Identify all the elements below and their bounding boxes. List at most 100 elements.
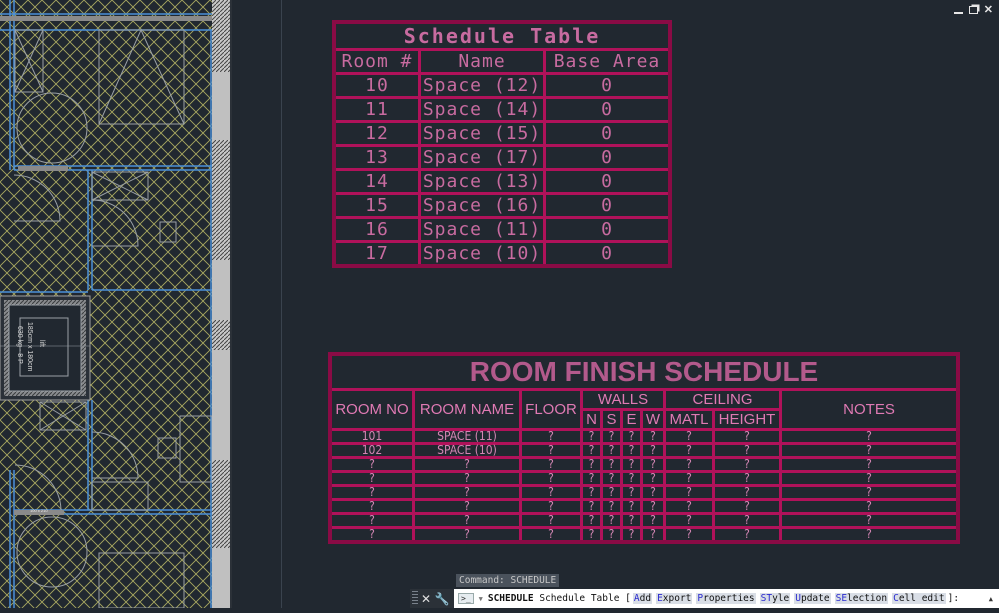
room-no-cell[interactable]: ? (328, 456, 415, 473)
room-no-cell[interactable]: ? (328, 526, 415, 544)
base-area-cell[interactable]: 0 (543, 216, 672, 243)
wrench-icon[interactable]: 🔧 (434, 592, 450, 606)
notes-cell[interactable]: ? (779, 442, 960, 459)
floor-plan-drawing[interactable]: lift 185cm x 180cm 630 kg - 8 P 100 x 21… (0, 0, 232, 609)
wall-n-cell[interactable]: ? (580, 498, 603, 515)
close-button[interactable]: ✕ (984, 4, 993, 16)
command-option[interactable]: Update (794, 593, 831, 604)
name-cell[interactable]: Space (11) (418, 216, 546, 243)
notes-cell[interactable]: ? (779, 526, 960, 544)
wall-e-cell[interactable]: ? (620, 456, 643, 473)
room-finish-schedule[interactable]: ROOM FINISH SCHEDULE ROOM NO ROOM NAME F… (328, 352, 960, 544)
base-area-cell[interactable]: 0 (543, 72, 672, 99)
base-area-cell[interactable]: 0 (543, 192, 672, 219)
wall-s-cell[interactable]: ? (600, 498, 623, 515)
wall-e-cell[interactable]: ? (620, 526, 643, 544)
prompt-icon[interactable]: >_ (458, 593, 474, 604)
ceiling-height-cell[interactable]: ? (712, 456, 782, 473)
room-no-cell[interactable]: 101 (328, 428, 415, 445)
room-no-cell[interactable]: ? (328, 512, 415, 529)
command-line-input[interactable]: >_ ▼ SCHEDULE Schedule Table [ Add Export… (454, 589, 999, 608)
wall-n-cell[interactable]: ? (580, 442, 603, 459)
name-cell[interactable]: Space (14) (418, 96, 546, 123)
room-name-cell[interactable]: ? (412, 526, 522, 544)
wall-w-cell[interactable]: ? (640, 456, 666, 473)
command-option[interactable]: SElection (834, 593, 889, 604)
room-finish-row[interactable]: ?????????? (328, 512, 960, 529)
floor-cell[interactable]: ? (519, 428, 583, 445)
base-area-cell[interactable]: 0 (543, 168, 672, 195)
wall-n-cell[interactable]: ? (580, 526, 603, 544)
wall-s-cell[interactable]: ? (600, 428, 623, 445)
name-cell[interactable]: Space (13) (418, 168, 546, 195)
base-area-cell[interactable]: 0 (543, 240, 672, 268)
room-name-cell[interactable]: ? (412, 512, 522, 529)
wall-s-cell[interactable]: ? (600, 512, 623, 529)
notes-cell[interactable]: ? (779, 484, 960, 501)
restore-button[interactable] (968, 6, 978, 14)
name-cell[interactable]: Space (17) (418, 144, 546, 171)
room-number-cell[interactable]: 11 (332, 96, 421, 123)
wall-e-cell[interactable]: ? (620, 470, 643, 487)
ceiling-matl-cell[interactable]: ? (663, 456, 715, 473)
ceiling-height-cell[interactable]: ? (712, 526, 782, 544)
room-finish-row[interactable]: ?????????? (328, 526, 960, 544)
room-number-cell[interactable]: 15 (332, 192, 421, 219)
room-number-cell[interactable]: 14 (332, 168, 421, 195)
room-no-cell[interactable]: ? (328, 498, 415, 515)
room-no-cell[interactable]: ? (328, 470, 415, 487)
base-area-cell[interactable]: 0 (543, 96, 672, 123)
wall-n-cell[interactable]: ? (580, 456, 603, 473)
name-cell[interactable]: Space (12) (418, 72, 546, 99)
wall-e-cell[interactable]: ? (620, 512, 643, 529)
room-name-cell[interactable]: SPACE (11) (412, 428, 522, 445)
ceiling-height-cell[interactable]: ? (712, 512, 782, 529)
base-area-cell[interactable]: 0 (543, 144, 672, 171)
ceiling-matl-cell[interactable]: ? (663, 442, 715, 459)
name-cell[interactable]: Space (16) (418, 192, 546, 219)
room-number-cell[interactable]: 10 (332, 72, 421, 99)
floor-cell[interactable]: ? (519, 526, 583, 544)
name-cell[interactable]: Space (15) (418, 120, 546, 147)
room-name-cell[interactable]: ? (412, 484, 522, 501)
schedule-table-row[interactable]: 10 Space (12) 0 (332, 72, 672, 99)
room-no-cell[interactable]: 102 (328, 442, 415, 459)
notes-cell[interactable]: ? (779, 456, 960, 473)
room-finish-row[interactable]: ?????????? (328, 470, 960, 487)
ceiling-height-cell[interactable]: ? (712, 442, 782, 459)
room-finish-row[interactable]: ?????????? (328, 484, 960, 501)
wall-s-cell[interactable]: ? (600, 526, 623, 544)
command-option[interactable]: Export (656, 593, 693, 604)
wall-n-cell[interactable]: ? (580, 470, 603, 487)
wall-e-cell[interactable]: ? (620, 442, 643, 459)
ceiling-height-cell[interactable]: ? (712, 470, 782, 487)
floor-cell[interactable]: ? (519, 470, 583, 487)
room-name-cell[interactable]: ? (412, 470, 522, 487)
schedule-table-row[interactable]: 14 Space (13) 0 (332, 168, 672, 195)
name-cell[interactable]: Space (10) (418, 240, 546, 268)
room-name-cell[interactable]: ? (412, 456, 522, 473)
room-number-cell[interactable]: 16 (332, 216, 421, 243)
floor-cell[interactable]: ? (519, 456, 583, 473)
ceiling-matl-cell[interactable]: ? (663, 428, 715, 445)
room-number-cell[interactable]: 13 (332, 144, 421, 171)
room-finish-row[interactable]: ?????????? (328, 498, 960, 515)
wall-n-cell[interactable]: ? (580, 484, 603, 501)
wall-w-cell[interactable]: ? (640, 442, 666, 459)
room-finish-row[interactable]: ?????????? (328, 456, 960, 473)
minimize-button[interactable] (953, 12, 963, 14)
ceiling-matl-cell[interactable]: ? (663, 526, 715, 544)
ceiling-height-cell[interactable]: ? (712, 484, 782, 501)
room-number-cell[interactable]: 12 (332, 120, 421, 147)
schedule-table-row[interactable]: 13 Space (17) 0 (332, 144, 672, 171)
base-area-cell[interactable]: 0 (543, 120, 672, 147)
ceiling-matl-cell[interactable]: ? (663, 512, 715, 529)
wall-e-cell[interactable]: ? (620, 428, 643, 445)
wall-e-cell[interactable]: ? (620, 498, 643, 515)
wall-n-cell[interactable]: ? (580, 512, 603, 529)
floor-cell[interactable]: ? (519, 512, 583, 529)
floor-cell[interactable]: ? (519, 484, 583, 501)
wall-w-cell[interactable]: ? (640, 428, 666, 445)
schedule-table[interactable]: Schedule Table Room # Name Base Area 10 S… (332, 20, 672, 268)
wall-w-cell[interactable]: ? (640, 484, 666, 501)
